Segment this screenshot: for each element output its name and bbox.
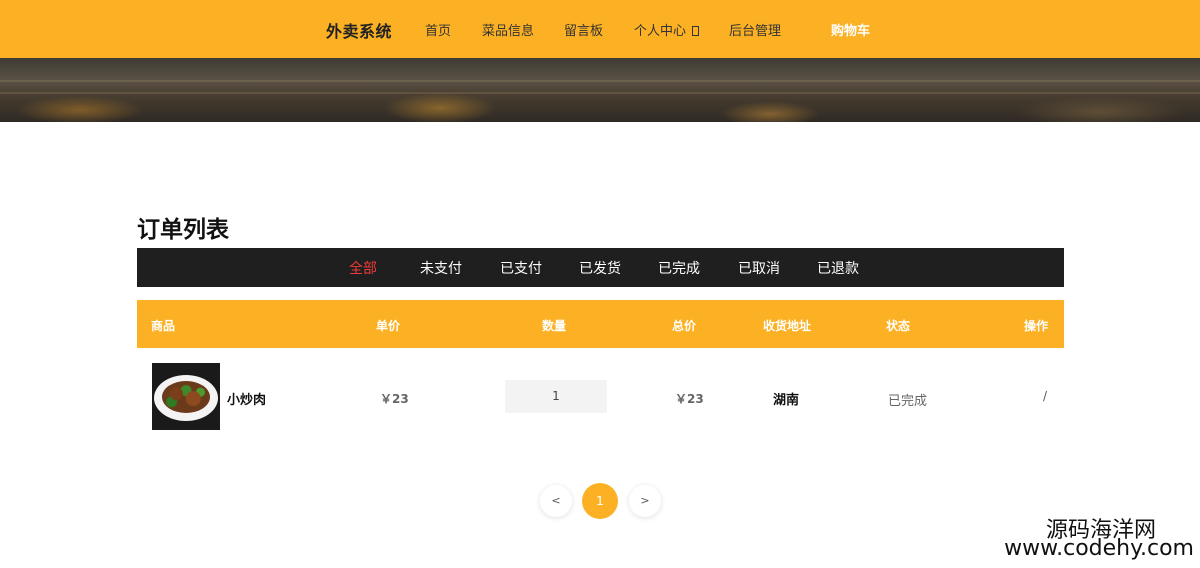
nav-item-home[interactable]: 首页 (425, 20, 451, 39)
nav-item-cart[interactable]: 购物车 (831, 20, 870, 39)
column-header-quantity: 数量 (542, 319, 567, 333)
nav-item-personal-center[interactable]: 个人中心 (634, 20, 700, 39)
nav-item-message-board[interactable]: 留言板 (564, 20, 603, 39)
order-table-header: 商品 单价 数量 总价 收货地址 状态 操作 (137, 300, 1064, 348)
page-title: 订单列表 (137, 217, 229, 243)
tab-completed[interactable]: 已完成 (658, 258, 700, 278)
product-name[interactable]: 小炒肉 (227, 389, 266, 408)
tab-refunded[interactable]: 已退款 (817, 258, 859, 278)
hero-banner-image (0, 58, 1200, 122)
banner-field-line (0, 80, 1200, 82)
product-thumbnail[interactable] (152, 363, 220, 430)
top-navbar: 外卖系统 首页 菜品信息 留言板 个人中心 后台管理 购物车 (0, 0, 1200, 58)
column-header-total: 总价 (672, 319, 697, 333)
tab-paid[interactable]: 已支付 (500, 258, 542, 278)
site-brand[interactable]: 外卖系统 (326, 18, 392, 42)
order-status-tabs: 全部 未支付 已支付 已发货 已完成 已取消 已退款 (137, 248, 1064, 287)
nav-item-admin[interactable]: 后台管理 (729, 20, 781, 39)
nav-item-dishes[interactable]: 菜品信息 (482, 20, 534, 39)
order-status: 已完成 (888, 394, 928, 409)
tab-unpaid[interactable]: 未支付 (420, 258, 462, 278)
tab-shipped[interactable]: 已发货 (579, 258, 621, 278)
next-page-button[interactable]: > (629, 485, 661, 517)
table-row: 小炒肉 ￥23 1 ￥23 湖南 已完成 / (137, 348, 1064, 446)
column-header-action: 操作 (1024, 319, 1049, 333)
column-header-address: 收货地址 (763, 319, 812, 333)
food-shape (162, 381, 210, 413)
dropdown-icon (692, 26, 700, 36)
column-header-unit-price: 单价 (376, 319, 401, 333)
row-action: / (1043, 389, 1048, 403)
watermark-url: www.codehy.com (1004, 536, 1194, 561)
total-price: ￥23 (675, 392, 704, 406)
tab-cancelled[interactable]: 已取消 (738, 258, 780, 278)
nav-item-personal-center-label: 个人中心 (634, 24, 687, 39)
unit-price: ￥23 (380, 392, 409, 406)
column-header-product: 商品 (151, 319, 176, 333)
quantity-display: 1 (505, 380, 607, 413)
banner-field-line (0, 92, 1200, 94)
page-1-button[interactable]: 1 (582, 483, 618, 519)
shipping-address: 湖南 (773, 393, 800, 408)
tab-all[interactable]: 全部 (349, 258, 377, 278)
prev-page-button[interactable]: < (540, 485, 572, 517)
column-header-status: 状态 (886, 319, 911, 333)
